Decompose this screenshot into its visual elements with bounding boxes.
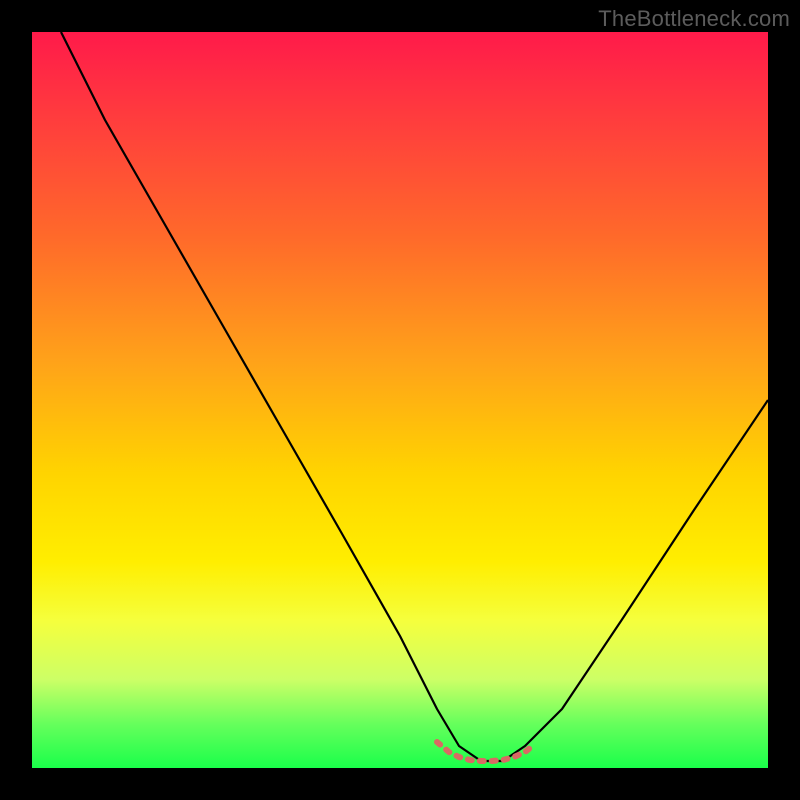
watermark-text: TheBottleneck.com <box>598 6 790 32</box>
chart-frame: TheBottleneck.com <box>0 0 800 800</box>
optimal-band-marker <box>437 742 535 761</box>
curve-path <box>61 32 768 761</box>
bottleneck-curve <box>32 32 768 768</box>
plot-area <box>32 32 768 768</box>
